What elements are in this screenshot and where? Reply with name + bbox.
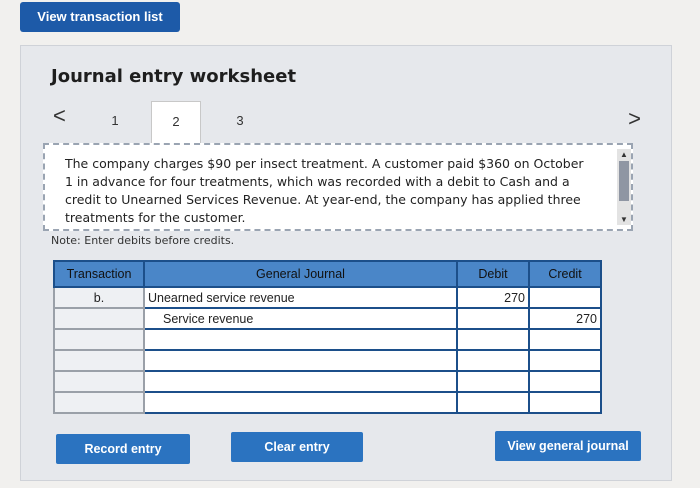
tab-2[interactable]: 2 bbox=[151, 101, 201, 144]
description-text: The company charges $90 per insect treat… bbox=[65, 156, 584, 225]
view-general-journal-button[interactable]: View general journal bbox=[495, 431, 641, 461]
header-debit: Debit bbox=[456, 260, 530, 288]
account-cell[interactable]: Service revenue bbox=[143, 307, 458, 330]
credit-cell[interactable] bbox=[528, 391, 602, 414]
table-row bbox=[53, 370, 602, 393]
debit-cell[interactable]: 270 bbox=[456, 286, 530, 309]
journal-table: Transaction General Journal Debit Credit… bbox=[53, 260, 602, 414]
credit-cell[interactable] bbox=[528, 328, 602, 351]
table-row bbox=[53, 328, 602, 351]
table-row bbox=[53, 391, 602, 414]
next-arrow-icon[interactable]: > bbox=[628, 106, 641, 132]
tab-3[interactable]: 3 bbox=[216, 101, 264, 141]
record-entry-button[interactable]: Record entry bbox=[56, 434, 190, 464]
scroll-up-icon[interactable]: ▲ bbox=[620, 150, 628, 159]
transaction-cell bbox=[53, 391, 145, 414]
table-row bbox=[53, 349, 602, 372]
header-transaction: Transaction bbox=[53, 260, 145, 288]
credit-cell[interactable] bbox=[528, 349, 602, 372]
worksheet-title: Journal entry worksheet bbox=[51, 66, 297, 87]
debit-cell[interactable] bbox=[456, 307, 530, 330]
account-cell[interactable] bbox=[143, 349, 458, 372]
view-transaction-list-button[interactable]: View transaction list bbox=[20, 2, 180, 32]
table-row: Service revenue 270 bbox=[53, 307, 602, 330]
account-cell[interactable]: Unearned service revenue bbox=[143, 286, 458, 309]
note-text: Note: Enter debits before credits. bbox=[51, 234, 235, 247]
transaction-cell bbox=[53, 328, 145, 351]
transaction-cell bbox=[53, 307, 145, 330]
credit-cell[interactable] bbox=[528, 370, 602, 393]
account-cell[interactable] bbox=[143, 391, 458, 414]
tab-1[interactable]: 1 bbox=[91, 101, 139, 141]
credit-cell[interactable] bbox=[528, 286, 602, 309]
transaction-cell bbox=[53, 349, 145, 372]
debit-cell[interactable] bbox=[456, 328, 530, 351]
credit-cell[interactable]: 270 bbox=[528, 307, 602, 330]
description-scrollbar[interactable]: ▲ ▼ bbox=[617, 149, 631, 225]
scroll-down-icon[interactable]: ▼ bbox=[620, 215, 628, 224]
header-general-journal: General Journal bbox=[143, 260, 458, 288]
account-cell[interactable] bbox=[143, 328, 458, 351]
debit-cell[interactable] bbox=[456, 349, 530, 372]
prev-arrow-icon[interactable]: < bbox=[53, 103, 66, 129]
debit-cell[interactable] bbox=[456, 370, 530, 393]
table-row: b. Unearned service revenue 270 bbox=[53, 286, 602, 309]
debit-cell[interactable] bbox=[456, 391, 530, 414]
header-credit: Credit bbox=[528, 260, 602, 288]
journal-entry-worksheet-panel: Journal entry worksheet < 1 2 3 > The co… bbox=[20, 45, 672, 481]
scroll-thumb[interactable] bbox=[619, 161, 629, 201]
account-cell[interactable] bbox=[143, 370, 458, 393]
clear-entry-button[interactable]: Clear entry bbox=[231, 432, 363, 462]
transaction-description: The company charges $90 per insect treat… bbox=[43, 143, 633, 231]
transaction-cell: b. bbox=[53, 286, 145, 309]
transaction-cell bbox=[53, 370, 145, 393]
